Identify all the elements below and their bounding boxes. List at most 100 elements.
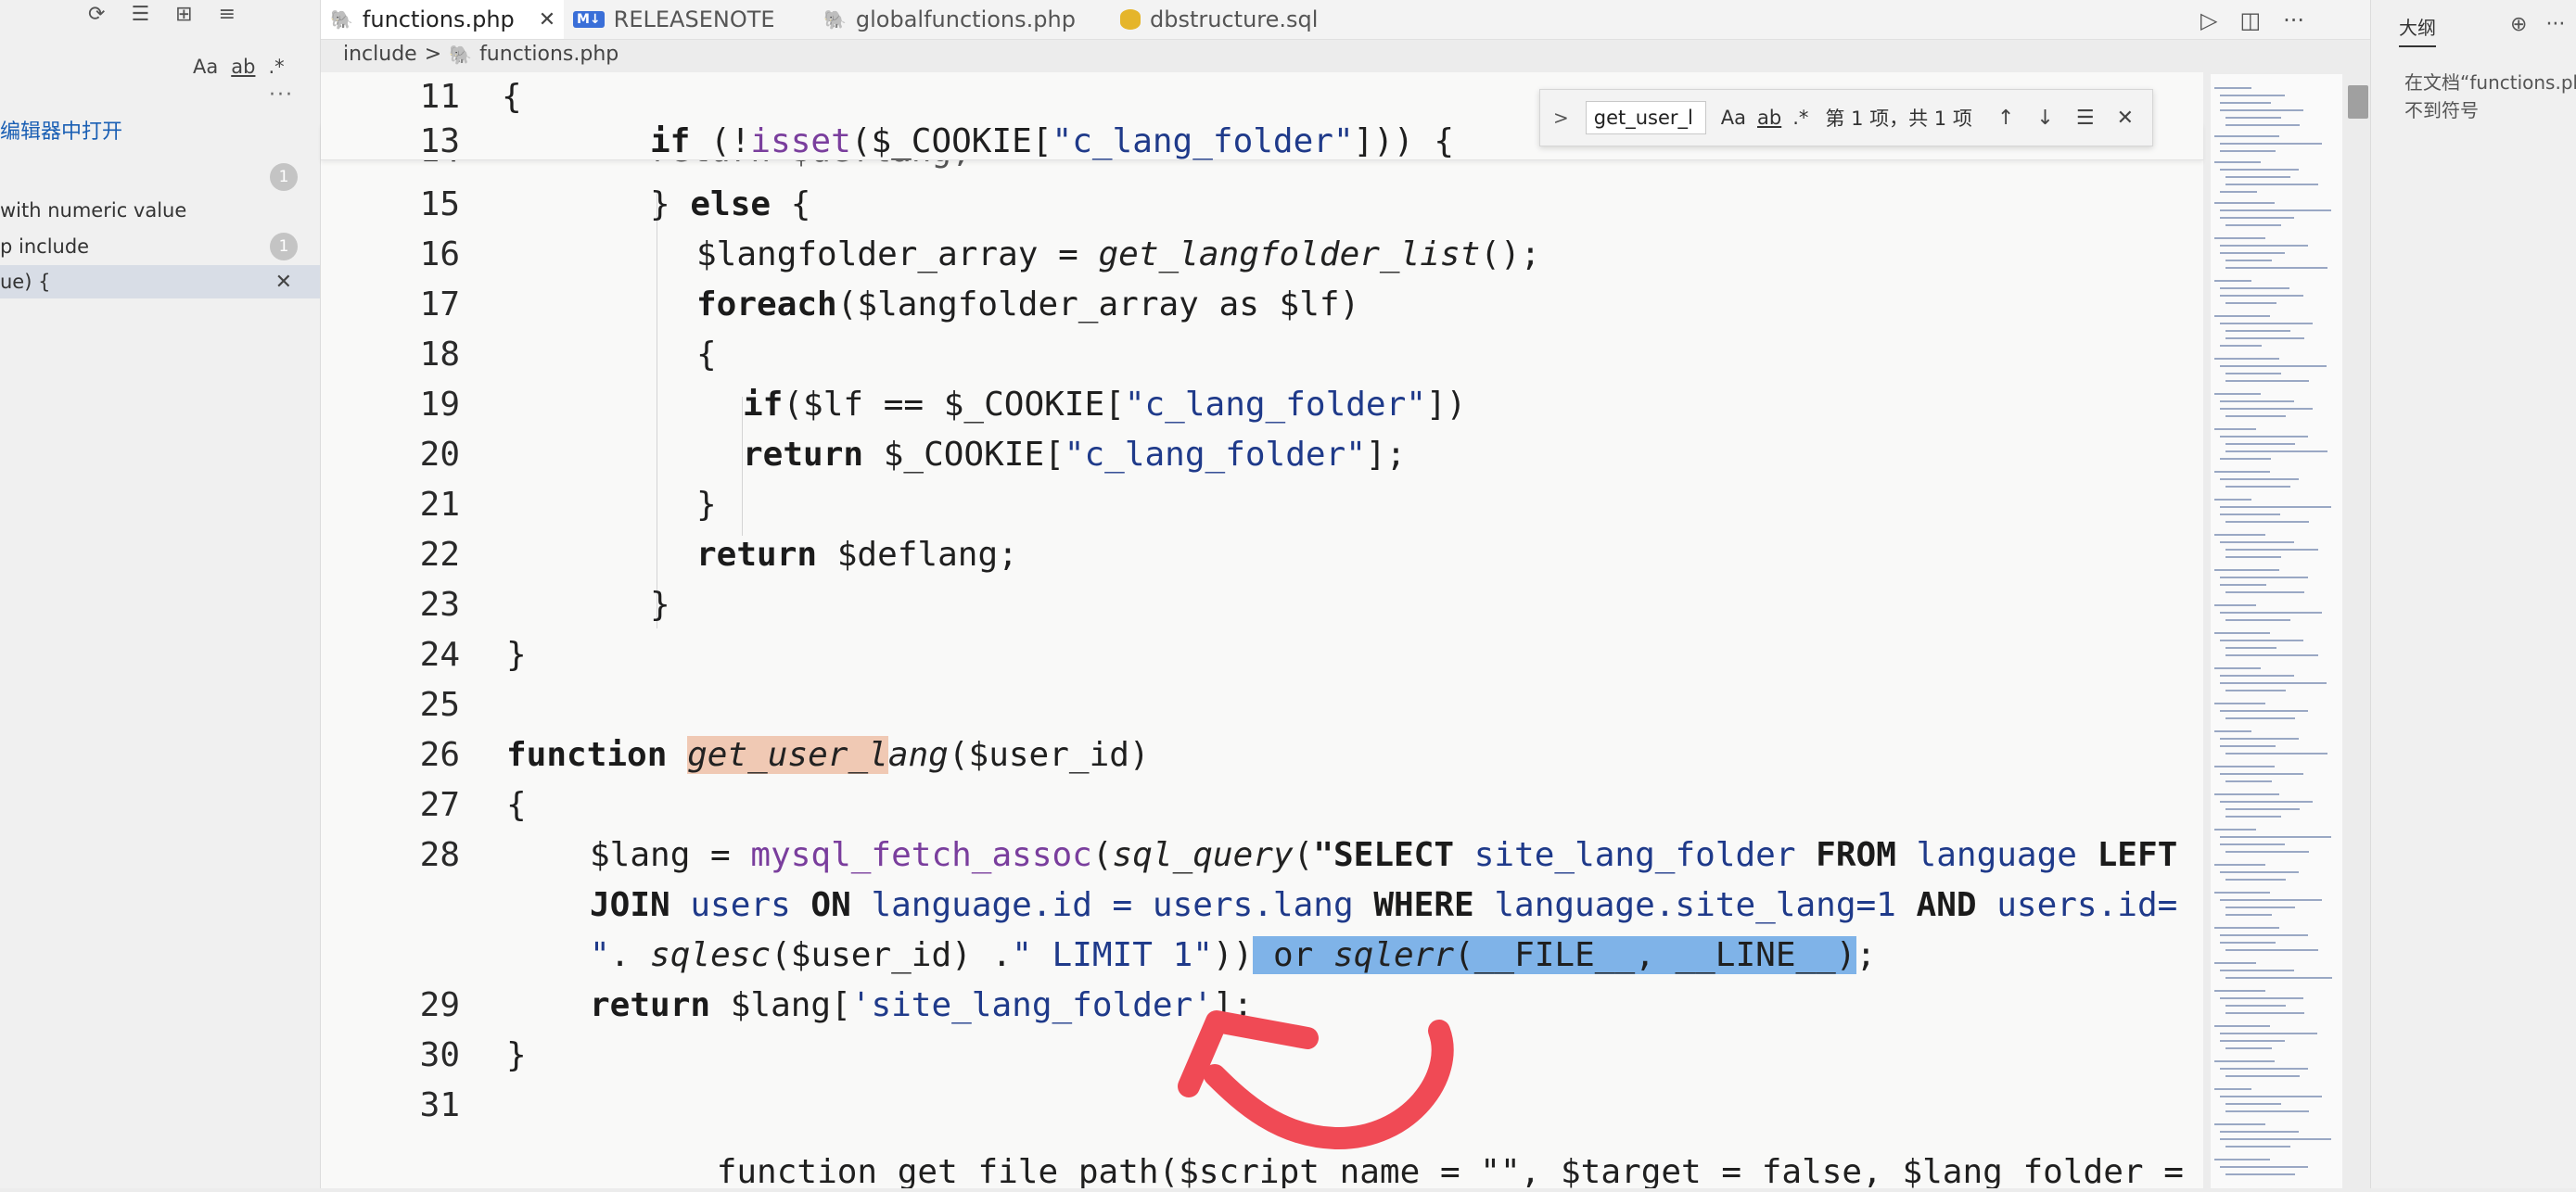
code-text: } — [650, 586, 670, 624]
match-count: 第 1 项，共 1 项 — [1825, 108, 1972, 130]
regex-toggle[interactable]: .* — [268, 56, 284, 78]
result-count-badge: 1 — [270, 233, 298, 260]
more-actions-icon[interactable]: ··· — [2283, 7, 2304, 33]
code-line: 22 return $deflang; — [321, 530, 2203, 580]
tab-label: dbstructure.sql — [1150, 6, 1319, 32]
line-number: 18 — [419, 336, 460, 374]
result-count-badge: 1 — [270, 163, 298, 191]
php-file-icon: 🐘 — [449, 43, 473, 66]
tab-globalfunctions-php[interactable]: 🐘 globalfunctions.php — [814, 0, 1092, 39]
breadcrumb-folder[interactable]: include — [343, 43, 417, 66]
line-number: 26 — [419, 736, 460, 774]
line-number: 30 — [419, 1036, 460, 1074]
code-line: 28 $lang = mysql_fetch_assoc(sql_query("… — [321, 831, 2203, 881]
code-text: { — [506, 786, 527, 824]
match-case-toggle[interactable]: Aa — [1721, 107, 1746, 129]
code-text: { — [696, 336, 717, 374]
code-text: return $_COOKIE["c_lang_folder"]; — [743, 436, 1407, 474]
code-text: } — [506, 1036, 527, 1074]
dismiss-result-icon[interactable]: ✕ — [275, 271, 292, 294]
code-line-wrap: JOIN users ON language.id = users.lang W… — [321, 881, 2203, 931]
close-find-icon[interactable]: ✕ — [2117, 107, 2134, 130]
red-annotation-arrow — [1178, 1010, 1454, 1150]
search-result-label: ue) { — [0, 271, 51, 293]
code-line: 26 function get_user_lang($user_id) — [321, 730, 2203, 780]
find-options: Aa ab .* — [1721, 107, 1809, 129]
line-number: 29 — [419, 986, 460, 1024]
line-number: 28 — [419, 836, 460, 874]
line-number: 13 — [419, 122, 460, 160]
line-number: 17 — [419, 285, 460, 323]
collapse-all-icon[interactable]: ☰ — [131, 3, 149, 26]
search-result-file[interactable]: p include 1 — [0, 230, 320, 263]
code-text: if($lf == $_COOKIE["c_lang_folder"]) — [743, 386, 1467, 424]
code-text: JOIN users ON language.id = users.lang W… — [590, 886, 2178, 924]
match-case-toggle[interactable]: Aa — [193, 56, 218, 78]
open-in-editor-link[interactable]: 在编辑器中打开 — [0, 115, 122, 145]
breadcrumb: include > 🐘 functions.php — [343, 43, 618, 66]
tab-releasenote[interactable]: M↓ RELEASENOTE — [564, 0, 796, 39]
toggle-replace-icon[interactable]: > — [1553, 107, 1569, 129]
line-number: 15 — [419, 185, 460, 223]
whole-word-toggle[interactable]: ab — [231, 56, 255, 78]
search-result-line[interactable]: with numeric value — [0, 194, 320, 227]
database-file-icon — [1120, 9, 1141, 30]
code-line: 15 } else { — [321, 180, 2203, 230]
code-text: } else { — [650, 185, 811, 223]
markdown-file-icon: M↓ — [573, 11, 605, 28]
next-match-icon[interactable]: ↓ — [2036, 107, 2053, 130]
tab-functions-php[interactable]: 🐘 functions.php ✕ — [321, 0, 564, 39]
editor-tab-bar: 🐘 functions.php ✕ M↓ RELEASENOTE 🐘 globa… — [321, 0, 2370, 40]
code-text: $lang = mysql_fetch_assoc(sql_query("SEL… — [590, 836, 2178, 874]
previous-match-icon[interactable]: ↑ — [1997, 107, 2014, 130]
code-text: { — [502, 78, 522, 116]
minimap[interactable] — [2211, 74, 2342, 1188]
tab-label: RELEASENOTE — [613, 6, 775, 32]
more-actions-icon[interactable]: ··· — [2545, 13, 2565, 36]
new-search-editor-icon[interactable]: ⊞ — [175, 3, 192, 26]
code-text: ". sqlesc($user_id) ." LIMIT 1")) or sql… — [590, 936, 1877, 974]
code-line: 21 } — [321, 480, 2203, 530]
regex-toggle[interactable]: .* — [1792, 107, 1808, 129]
find-in-selection-icon[interactable]: ☰ — [2076, 107, 2095, 130]
split-editor-icon[interactable]: ◫ — [2239, 7, 2261, 33]
run-icon[interactable]: ▷ — [2200, 7, 2217, 33]
search-result-line-selected[interactable]: ue) { ✕ — [0, 265, 320, 298]
code-line: 23 } — [321, 580, 2203, 630]
tab-label: globalfunctions.php — [855, 6, 1076, 32]
new-view-icon[interactable]: ⊕ — [2510, 13, 2527, 36]
code-line: 19 if($lf == $_COOKIE["c_lang_folder"]) — [321, 380, 2203, 430]
line-number: 25 — [419, 686, 460, 724]
search-result-label: with numeric value — [0, 199, 187, 222]
tab-label: functions.php — [362, 6, 515, 32]
tab-dbstructure-sql[interactable]: dbstructure.sql — [1111, 0, 1361, 39]
code-text: if (!isset($_COOKIE["c_lang_folder"])) { — [650, 122, 1454, 160]
find-navigation: ↑ ↓ ☰ ✕ — [1997, 107, 2134, 130]
clear-icon[interactable]: ≡ — [219, 3, 236, 26]
whole-word-toggle[interactable]: ab — [1757, 107, 1781, 129]
line-number: 21 — [419, 486, 460, 524]
line-number: 16 — [419, 235, 460, 273]
code-line: 25 — [321, 680, 2203, 730]
code-text: return $lang['site_lang_folder']; — [590, 986, 1254, 1024]
code-text: } — [696, 486, 717, 524]
close-tab-icon[interactable]: ✕ — [539, 8, 555, 32]
find-widget: > get_user_l Aa ab .* 第 1 项，共 1 项 ↑ ↓ ☰ … — [1539, 89, 2153, 146]
find-input[interactable]: get_user_l — [1585, 101, 1706, 134]
outline-title[interactable]: 大纲 — [2399, 13, 2436, 47]
breadcrumb-separator: > — [424, 43, 442, 66]
line-number: 22 — [419, 536, 460, 574]
search-toolbar: ⟳ ☰ ⊞ ≡ — [88, 0, 236, 28]
search-result-file[interactable]: 1 — [0, 160, 320, 194]
editor-actions: ▷ ◫ ··· — [2200, 7, 2304, 33]
breadcrumb-file[interactable]: functions.php — [479, 43, 618, 66]
line-number: 31 — [419, 1086, 460, 1124]
more-options-icon[interactable]: ··· — [269, 83, 294, 107]
code-text: } — [506, 636, 527, 674]
refresh-icon[interactable]: ⟳ — [88, 3, 105, 26]
search-options: Aa ab .* — [193, 56, 285, 78]
code-text: return $deflang; — [696, 536, 1018, 574]
line-number: 20 — [419, 436, 460, 474]
editor-scrollbar-thumb[interactable] — [2348, 85, 2368, 119]
line-number: 24 — [419, 636, 460, 674]
